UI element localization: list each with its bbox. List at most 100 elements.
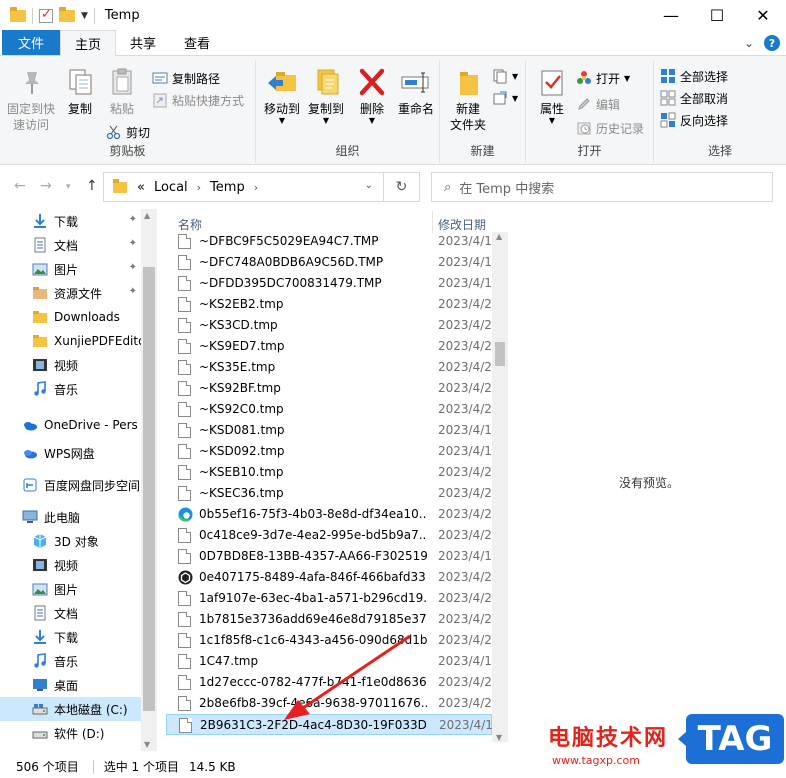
nav-item[interactable]: 本地磁盘 (C:) (0, 697, 141, 721)
nav-item[interactable]: 文档 (0, 601, 141, 625)
tab-file[interactable]: 文件 (2, 30, 61, 55)
nav-item[interactable]: 此电脑 (0, 505, 141, 529)
file-scroll-thumb[interactable] (495, 342, 505, 366)
recent-locations-chevron-icon[interactable]: ▾ (66, 182, 71, 192)
copy-button[interactable]: 复制 (60, 66, 100, 117)
properties-button[interactable]: 属性 ▼ (530, 66, 574, 125)
close-button[interactable]: ✕ (740, 0, 786, 31)
paste-button[interactable]: 粘贴 (102, 66, 142, 117)
breadcrumb-separator-icon[interactable]: › (254, 181, 258, 194)
help-icon[interactable]: ? (764, 35, 780, 51)
nav-item[interactable]: 资源文件 ✦ (0, 281, 141, 305)
nav-scroll-thumb[interactable] (143, 267, 155, 711)
invert-selection-button[interactable]: 反向选择 (660, 110, 728, 130)
tab-home[interactable]: 主页 (60, 30, 117, 56)
scroll-down-icon[interactable]: ▼ (496, 733, 502, 742)
nav-item[interactable]: 音乐 (0, 377, 141, 401)
breadcrumb-overflow[interactable]: « (137, 180, 145, 195)
file-row[interactable]: ~KS9ED7.tmp 2023/4/2 (166, 336, 492, 357)
file-row[interactable]: 1d27eccc-0782-477f-b741-f1e0d8636... 2023… (166, 672, 492, 693)
open-button[interactable]: 打开 ▼ (576, 68, 630, 88)
history-button[interactable]: 历史记录 (576, 118, 644, 138)
nav-item-label: 视频 (54, 558, 79, 573)
customize-toolbar-dropdown[interactable]: ▼ (81, 11, 88, 21)
nav-item[interactable]: 3D 对象 (0, 529, 141, 553)
file-row[interactable]: ~DFBC9F5C5029EA94C7.TMP 2023/4/1 (166, 231, 492, 252)
back-arrow-icon[interactable]: ← (14, 178, 26, 194)
up-arrow-icon[interactable]: ↑ (86, 178, 98, 194)
nav-item[interactable]: 下载 (0, 625, 141, 649)
tab-view[interactable]: 查看 (170, 30, 224, 55)
properties-icon[interactable] (39, 7, 53, 23)
file-row[interactable]: ~KS2EB2.tmp 2023/4/2 (166, 294, 492, 315)
tab-share[interactable]: 共享 (116, 30, 170, 55)
pin-quick-access-button[interactable]: 固定到快 速访问 (6, 66, 56, 133)
easy-access-button[interactable]: ▼ (492, 88, 518, 108)
edit-button[interactable]: 编辑 (576, 94, 620, 114)
file-list-scrollbar[interactable]: ▲ ▼ (492, 232, 508, 742)
file-row[interactable]: 0e407175-8489-4afa-846f-466bafd33... 2023… (166, 567, 492, 588)
file-row[interactable]: 1b7815e3736add69e46e8d79185e37... 2023/4/… (166, 609, 492, 630)
nav-item[interactable]: 软件 (D:) (0, 721, 141, 745)
file-row[interactable]: ~DFDD395DC700831479.TMP 2023/4/1 (166, 273, 492, 294)
nav-item[interactable]: 百度网盘同步空间 (0, 473, 141, 497)
breadcrumb-local[interactable]: Local (154, 180, 188, 195)
file-row[interactable]: 1c1f85f8-c1c6-4343-a456-090d68d1b... 2023… (166, 630, 492, 651)
file-row[interactable]: 0D7BD8E8-13BB-4357-AA66-F302519... 2023/4… (166, 546, 492, 567)
collapse-ribbon-chevron-icon[interactable]: ⌄ (744, 36, 754, 50)
file-row[interactable]: 0c418ce9-3d7e-4ea2-995e-bd5b9a7... 2023/4… (166, 525, 492, 546)
nav-item[interactable]: 桌面 (0, 673, 141, 697)
cut-button[interactable]: 剪切 (106, 122, 150, 142)
file-row[interactable]: ~KSEB10.tmp 2023/4/2 (166, 462, 492, 483)
file-row[interactable]: ~KS3CD.tmp 2023/4/2 (166, 315, 492, 336)
scroll-up-icon[interactable]: ▲ (144, 211, 150, 220)
rename-button[interactable]: 重命名 (394, 66, 438, 117)
nav-item[interactable]: XunjiePDFEdito (0, 329, 141, 353)
file-row[interactable]: ~KS35E.tmp 2023/4/2 (166, 357, 492, 378)
scroll-down-icon[interactable]: ▼ (144, 740, 150, 749)
forward-arrow-icon[interactable]: → (40, 178, 52, 194)
breadcrumb-temp[interactable]: Temp (210, 180, 245, 195)
file-row[interactable]: ~KS92BF.tmp 2023/4/2 (166, 378, 492, 399)
nav-scrollbar[interactable]: ▲ ▼ (141, 209, 157, 751)
new-item-button[interactable]: ▼ (492, 66, 518, 86)
select-all-button[interactable]: 全部选择 (660, 66, 728, 86)
file-row[interactable]: ~KS92C0.tmp 2023/4/2 (166, 399, 492, 420)
address-bar[interactable]: « Local › Temp › ⌄ ↻ (103, 172, 420, 202)
file-row[interactable]: ~KSD081.tmp 2023/4/1 (166, 420, 492, 441)
nav-item[interactable]: 音乐 (0, 649, 141, 673)
nav-item[interactable]: 视频 (0, 353, 141, 377)
file-row[interactable]: 0b55ef16-75f3-4b03-8e8d-df34ea10... 2023/… (166, 504, 492, 525)
refresh-icon[interactable]: ↻ (383, 173, 419, 201)
breadcrumb-separator-icon[interactable]: › (197, 181, 201, 194)
nav-item[interactable]: 视频 (0, 553, 141, 577)
address-dropdown-icon[interactable]: ⌄ (365, 180, 373, 191)
new-folder-button[interactable]: 新建 文件夹 (446, 66, 490, 133)
new-folder-icon[interactable] (59, 6, 75, 22)
nav-item[interactable]: 文档 ✦ (0, 233, 141, 257)
file-row[interactable]: 1af9107e-63ec-4ba1-a571-b296cd19... 2023/… (166, 588, 492, 609)
file-row[interactable]: 2B9631C3-2F2D-4ac4-8D30-19F033D... 2023/4… (166, 714, 493, 735)
nav-item[interactable]: OneDrive - Pers (0, 413, 141, 437)
paste-shortcut-button[interactable]: 粘贴快捷方式 (152, 90, 244, 110)
file-row[interactable]: 1C47.tmp 2023/4/1 (166, 651, 492, 672)
file-row[interactable]: ~KSEC36.tmp 2023/4/2 (166, 483, 492, 504)
copy-path-button[interactable]: 复制路径 (152, 68, 220, 88)
nav-item[interactable]: 图片 ✦ (0, 257, 141, 281)
copy-to-button[interactable]: 复制到 ▼ (304, 66, 348, 125)
file-row[interactable]: 2b8e6fb8-39cf-4e6a-9638-97011676... 2023/… (166, 693, 492, 714)
move-to-button[interactable]: 移动到 ▼ (260, 66, 304, 125)
scroll-up-icon[interactable]: ▲ (496, 232, 502, 241)
delete-button[interactable]: 删除 ▼ (354, 66, 390, 125)
select-none-button[interactable]: 全部取消 (660, 88, 728, 108)
maximize-button[interactable]: ☐ (694, 0, 740, 31)
search-input[interactable]: ⌕ 在 Temp 中搜索 (431, 172, 773, 202)
file-row[interactable]: ~KSD092.tmp 2023/4/1 (166, 441, 492, 462)
nav-item[interactable]: Downloads (0, 305, 141, 329)
column-divider[interactable] (432, 211, 433, 233)
nav-item[interactable]: 下载 ✦ (0, 209, 141, 233)
nav-item[interactable]: 图片 (0, 577, 141, 601)
nav-item[interactable]: WPS网盘 (0, 441, 141, 465)
file-row[interactable]: ~DFC748A0BDB6A9C56D.TMP 2023/4/1 (166, 252, 492, 273)
minimize-button[interactable]: — (648, 0, 694, 31)
